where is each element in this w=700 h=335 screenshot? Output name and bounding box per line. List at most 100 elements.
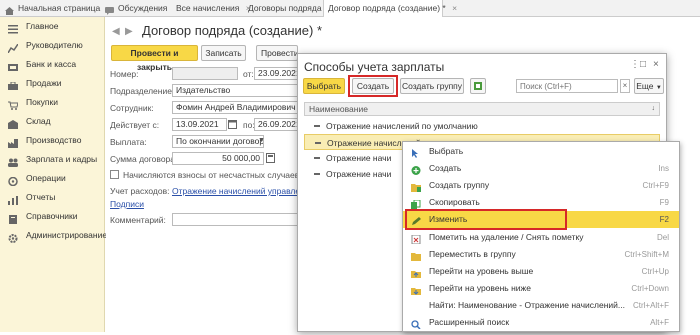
- menu-item-move-to-group[interactable]: Переместить в группу Ctrl+Shift+M: [403, 246, 679, 263]
- tab-contracts[interactable]: Договоры подряда ×: [244, 0, 333, 17]
- menu-item-level-down[interactable]: Перейти на уровень ниже Ctrl+Down: [403, 280, 679, 297]
- tab-home[interactable]: Начальная страница: [0, 0, 100, 17]
- chat-icon: [105, 4, 114, 15]
- sidebar-item-reports[interactable]: Отчеты: [0, 188, 105, 206]
- search-icon: [411, 318, 421, 330]
- calculator-icon[interactable]: [266, 153, 275, 163]
- menu-item-shortcut: F2: [659, 215, 669, 224]
- menu-item-label: Выбрать: [429, 146, 464, 156]
- department-field[interactable]: Издательство: [172, 84, 298, 97]
- close-icon[interactable]: ×: [452, 3, 457, 13]
- tab-label: Все начисления: [176, 3, 240, 13]
- create-group-button[interactable]: Создать группу: [400, 78, 464, 94]
- menu-item-find[interactable]: Найти: Наименование - Отражение начислен…: [403, 297, 679, 314]
- sidebar-item-label: Склад: [26, 116, 51, 126]
- clear-search-icon[interactable]: ×: [620, 79, 630, 93]
- menu-item-label: Найти: Наименование - Отражение начислен…: [429, 300, 625, 310]
- sidebar-item-label: Операции: [26, 173, 66, 183]
- sidebar-item-label: Банк и касса: [26, 59, 77, 69]
- sidebar-item-main[interactable]: Главное: [0, 17, 105, 35]
- delete-mark-icon: [411, 233, 421, 245]
- menu-item-advanced-search[interactable]: Расширенный поиск Alt+F: [403, 314, 679, 331]
- bank-icon: [8, 60, 18, 71]
- sidebar-item-label: Покупки: [26, 97, 58, 107]
- comment-field[interactable]: [172, 213, 298, 226]
- sidebar-item-label: Зарплата и кадры: [26, 154, 98, 164]
- sidebar-item-sales[interactable]: Продажи: [0, 74, 105, 92]
- select-icon: [411, 147, 421, 158]
- sidebar-item-purchases[interactable]: Покупки: [0, 93, 105, 111]
- accounting-link[interactable]: Отражение начислений управление: [172, 186, 314, 196]
- menu-item-label: Перейти на уровень ниже: [429, 283, 531, 293]
- insurance-checkbox[interactable]: [110, 170, 119, 179]
- sidebar-item-bank[interactable]: Банк и касса: [0, 55, 105, 73]
- menu-item-mark-delete[interactable]: Пометить на удаление / Снять пометку Del: [403, 229, 679, 246]
- signatures-link[interactable]: Подписи: [110, 199, 144, 209]
- tab-all-accruals[interactable]: Все начисления ×: [170, 0, 251, 17]
- menu-item-shortcut: Ctrl+Down: [631, 284, 669, 293]
- search-input[interactable]: [516, 79, 618, 93]
- sidebar-item-payroll[interactable]: Зарплата и кадры: [0, 150, 105, 168]
- menu-item-label: Скопировать: [429, 197, 480, 207]
- sidebar-item-admin[interactable]: Администрирование: [0, 226, 107, 244]
- column-header-name[interactable]: Наименование ↓: [304, 102, 660, 116]
- copy-icon: [411, 198, 421, 209]
- sidebar-item-production[interactable]: Производство: [0, 131, 105, 149]
- list-item-label: Отражение начи: [326, 169, 392, 179]
- more-icon[interactable]: ⋮: [630, 59, 640, 70]
- payment-select[interactable]: По окончании договора: [172, 135, 264, 148]
- close-icon[interactable]: ×: [653, 59, 659, 70]
- more-button[interactable]: Еще ▼: [634, 78, 664, 94]
- sidebar-item-label: Производство: [26, 135, 82, 145]
- tab-discussions[interactable]: Обсуждения: [100, 0, 168, 17]
- context-menu: Выбрать Создать Ins Создать группу Ctrl+…: [402, 141, 680, 332]
- chevron-down-icon: ▼: [655, 85, 662, 91]
- maximize-icon[interactable]: □: [640, 59, 646, 70]
- select-button[interactable]: Выбрать: [303, 78, 345, 94]
- menu-item-create[interactable]: Создать Ins: [403, 160, 679, 177]
- menu-item-shortcut: Ctrl+Alt+F: [632, 301, 669, 310]
- post-button[interactable]: Провести: [256, 45, 298, 61]
- tab-label: Начальная страница: [18, 3, 101, 13]
- people-icon: [8, 155, 18, 167]
- tab-label: Обсуждения: [118, 3, 168, 13]
- home-icon: [5, 4, 14, 15]
- menu-item-select[interactable]: Выбрать: [403, 143, 679, 160]
- employee-field[interactable]: Фомин Андрей Владимирович: [172, 101, 298, 114]
- save-button[interactable]: Записать: [201, 45, 246, 61]
- department-label: Подразделение:: [110, 86, 175, 96]
- sidebar-item-label: Справочники: [26, 211, 78, 221]
- sidebar: Главное Руководителю Банк и касса Продаж…: [0, 17, 107, 332]
- sidebar-item-operations[interactable]: Операции: [0, 169, 105, 187]
- menu-item-level-up[interactable]: Перейти на уровень выше Ctrl+Up: [403, 263, 679, 280]
- sort-icon[interactable]: ↓: [652, 103, 656, 115]
- sum-label: Сумма договора:: [110, 154, 178, 164]
- list-item[interactable]: Отражение начислений по умолчанию: [304, 118, 660, 134]
- reports-icon: [8, 193, 18, 205]
- menu-icon: [8, 22, 18, 34]
- date-field[interactable]: 23.09.2021: [254, 67, 298, 80]
- refresh-button[interactable]: [470, 78, 486, 94]
- sidebar-item-label: Главное: [26, 21, 59, 31]
- list-item-label: Отражение начислений по умолчанию: [326, 121, 478, 131]
- calendar-icon[interactable]: [228, 119, 237, 129]
- sidebar-item-label: Руководителю: [26, 40, 83, 50]
- sidebar-item-manager[interactable]: Руководителю: [0, 36, 105, 54]
- number-field[interactable]: [172, 67, 238, 80]
- menu-item-shortcut: Ctrl+F9: [642, 181, 669, 190]
- tab-contract-create[interactable]: Договор подряда (создание) * ×: [323, 0, 457, 17]
- sidebar-item-warehouse[interactable]: Склад: [0, 112, 105, 130]
- folder-plus-icon: [411, 181, 421, 192]
- sidebar-item-directories[interactable]: Справочники: [0, 207, 105, 225]
- sum-field[interactable]: 50 000,00: [172, 152, 264, 165]
- valid-to-field[interactable]: 26.09.2021: [254, 118, 298, 131]
- chevron-down-icon[interactable]: ▼: [258, 137, 265, 144]
- valid-from-field[interactable]: 13.09.2021: [172, 118, 227, 131]
- menu-item-label: Пометить на удаление / Снять пометку: [429, 232, 584, 242]
- post-and-close-button[interactable]: Провести и закрыть: [111, 45, 198, 72]
- menu-item-create-group[interactable]: Создать группу Ctrl+F9: [403, 177, 679, 194]
- back-arrow-icon[interactable]: ◀: [112, 26, 122, 37]
- forward-arrow-icon[interactable]: ▶: [125, 26, 135, 37]
- operations-icon: [8, 174, 18, 187]
- accounting-label: Учет расходов:: [110, 186, 170, 196]
